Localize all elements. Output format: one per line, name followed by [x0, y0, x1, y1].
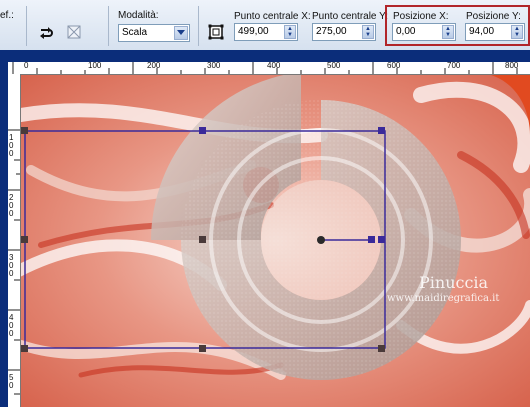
- mode-value: Scala: [122, 27, 148, 38]
- watermark-name: Pinuccia: [419, 273, 489, 292]
- ruler-tick-label: 800: [505, 61, 519, 70]
- center-x-spinner[interactable]: 499,00 ▲ ▼: [234, 23, 298, 41]
- spinner-arrows-icon[interactable]: ▲ ▼: [284, 25, 296, 39]
- image-canvas[interactable]: Pinuccia www.maidiregrafica.it: [21, 75, 530, 407]
- swirl-artwork-image: [21, 75, 530, 407]
- reset-rotate-icon[interactable]: [36, 24, 56, 44]
- watermark-url: www.maidiregrafica.it: [387, 293, 500, 304]
- mode-select[interactable]: Scala: [118, 24, 190, 42]
- ruler-tick-label: 5 0: [9, 373, 14, 390]
- ruler-tick-label: 1 0 0: [9, 133, 14, 158]
- ruler-tick-label: 200: [147, 61, 161, 70]
- ruler-tick-label: 0: [24, 61, 29, 70]
- ruler-tick-label: 600: [387, 61, 401, 70]
- center-y-label: Punto centrale Y:: [312, 11, 388, 22]
- spinner-arrows-icon[interactable]: ▲ ▼: [362, 25, 374, 39]
- center-y-spinner[interactable]: 275,00 ▲ ▼: [312, 23, 376, 41]
- toolbar-separator: [108, 6, 109, 46]
- center-y-value: 275,00: [316, 26, 347, 37]
- tool-options-toolbar: ef.: Modalità: Scala Punto centrale X: 4…: [0, 0, 530, 51]
- ruler-tick-label: 500: [327, 61, 341, 70]
- toolbar-separator: [26, 6, 27, 46]
- ruler-tick-label: 4 0 0: [9, 313, 14, 338]
- mode-label: Modalità:: [118, 10, 159, 21]
- ruler-tick-label: 400: [267, 61, 281, 70]
- center-x-label: Punto centrale X:: [234, 11, 311, 22]
- toolbar-separator: [198, 6, 199, 46]
- chevron-down-icon[interactable]: [174, 26, 188, 40]
- preset-label: ef.:: [0, 10, 14, 21]
- ruler-tick-label: 3 0 0: [9, 253, 14, 278]
- position-highlight-frame: [385, 5, 530, 46]
- ruler-tick-label: 100: [88, 61, 102, 70]
- ruler-tick-label: 2 0 0: [9, 193, 14, 218]
- ruler-tick-label: 300: [207, 61, 221, 70]
- ruler-tick-label: 700: [447, 61, 461, 70]
- horizontal-ruler: 0 100 200 300 400 500 600 700 800: [8, 61, 530, 75]
- vertical-ruler: 1 0 0 2 0 0 3 0 0 4 0 0 5 0: [8, 74, 21, 407]
- center-on-canvas-icon[interactable]: [206, 22, 226, 42]
- free-transform-icon[interactable]: [64, 22, 84, 42]
- center-x-value: 499,00: [238, 26, 269, 37]
